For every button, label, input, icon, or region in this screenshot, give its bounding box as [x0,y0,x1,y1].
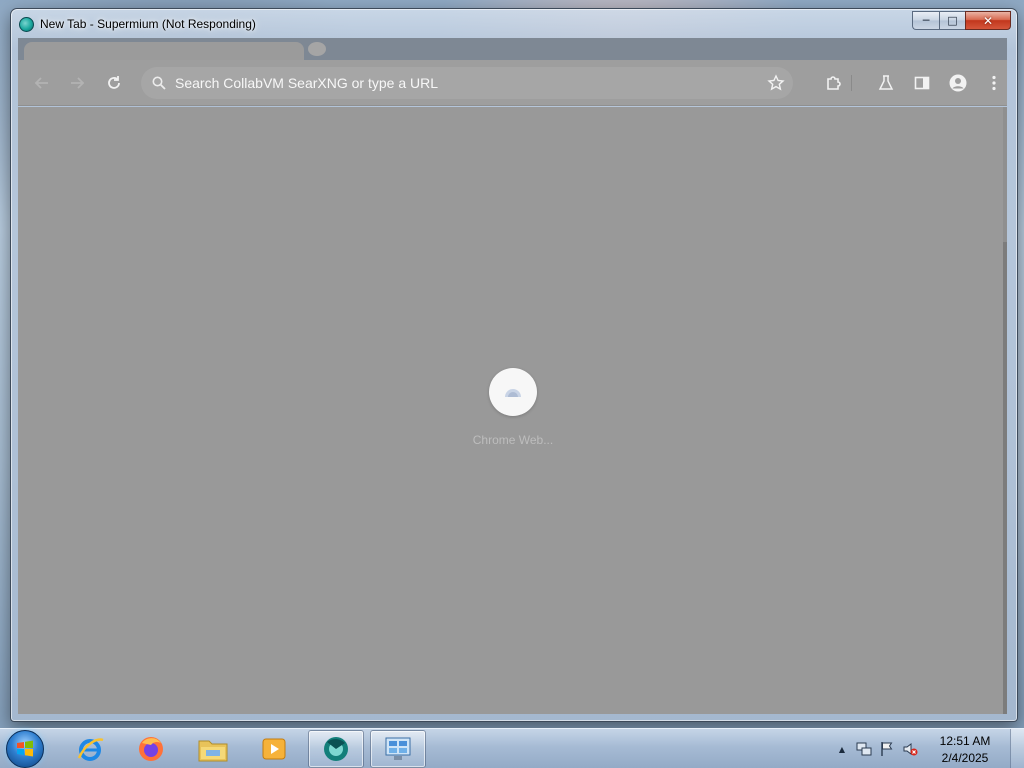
taskbar-supermium[interactable] [308,730,364,768]
taskbar-control-panel[interactable] [370,730,426,768]
supermium-icon [324,737,348,761]
supermium-app-icon [19,17,34,32]
media-player-icon [262,738,286,760]
taskbar-file-explorer[interactable] [185,730,241,768]
show-hidden-icons-button[interactable]: ▲ [834,741,850,757]
minimize-icon: ─ [922,14,930,27]
firefox-icon [139,737,163,761]
taskbar-media-player[interactable] [246,730,302,768]
web-store-tile[interactable] [489,368,537,416]
forward-arrow-icon[interactable] [67,73,87,93]
taskbar-internet-explorer[interactable] [62,730,118,768]
caption-buttons: ─ □ ✕ [912,11,1011,30]
clock-time[interactable]: 12:51 AM [930,734,1000,748]
avatar-icon[interactable] [948,73,968,93]
new-tab-button[interactable] [308,42,326,56]
windows-logo-icon [17,740,33,757]
toolbar-separator [851,75,852,91]
taskbar: ▲ 12:51 AM 2/4/2025 [0,728,1024,768]
close-button[interactable]: ✕ [965,11,1011,30]
browser-toolbar [18,60,1007,106]
action-center-flag-icon[interactable] [879,741,895,757]
puzzle-icon[interactable] [823,73,843,93]
page-content: Chrome Web... [18,107,1007,714]
search-icon [152,76,166,90]
folder-icon [198,740,228,762]
vertical-scrollbar[interactable] [1003,107,1007,714]
network-icon[interactable] [856,741,872,757]
star-icon[interactable] [767,74,785,92]
web-store-icon [505,389,521,397]
kebab-menu-icon[interactable] [984,73,1004,93]
back-arrow-icon[interactable] [32,73,52,93]
tile-label: Chrome Web... [472,433,554,447]
tab-strip [18,38,1007,60]
maximize-button[interactable]: □ [939,11,965,30]
side-panel-icon[interactable] [912,73,932,93]
taskbar-firefox[interactable] [123,730,179,768]
maximize-icon: □ [947,14,958,27]
omnibox[interactable] [141,67,793,99]
clock-date[interactable]: 2/4/2025 [930,751,1000,765]
scrollbar-thumb[interactable] [1003,242,1007,714]
tab-new-tab[interactable] [24,42,304,60]
minimize-button[interactable]: ─ [912,11,939,30]
control-panel-icon [385,737,411,760]
show-desktop-button[interactable] [1010,729,1024,768]
start-button[interactable] [6,730,44,768]
title-bar[interactable]: New Tab - Supermium (Not Responding) ─ □… [11,9,1017,39]
volume-muted-icon[interactable] [902,741,918,757]
reload-icon[interactable] [104,73,124,93]
system-tray: ▲ 12:51 AM 2/4/2025 [834,729,1024,768]
browser-window: New Tab - Supermium (Not Responding) ─ □… [10,8,1018,722]
flask-icon[interactable] [876,73,896,93]
address-input[interactable] [175,67,735,99]
close-icon: ✕ [982,13,994,28]
window-title: New Tab - Supermium (Not Responding) [40,17,256,31]
ie-icon [77,738,104,761]
